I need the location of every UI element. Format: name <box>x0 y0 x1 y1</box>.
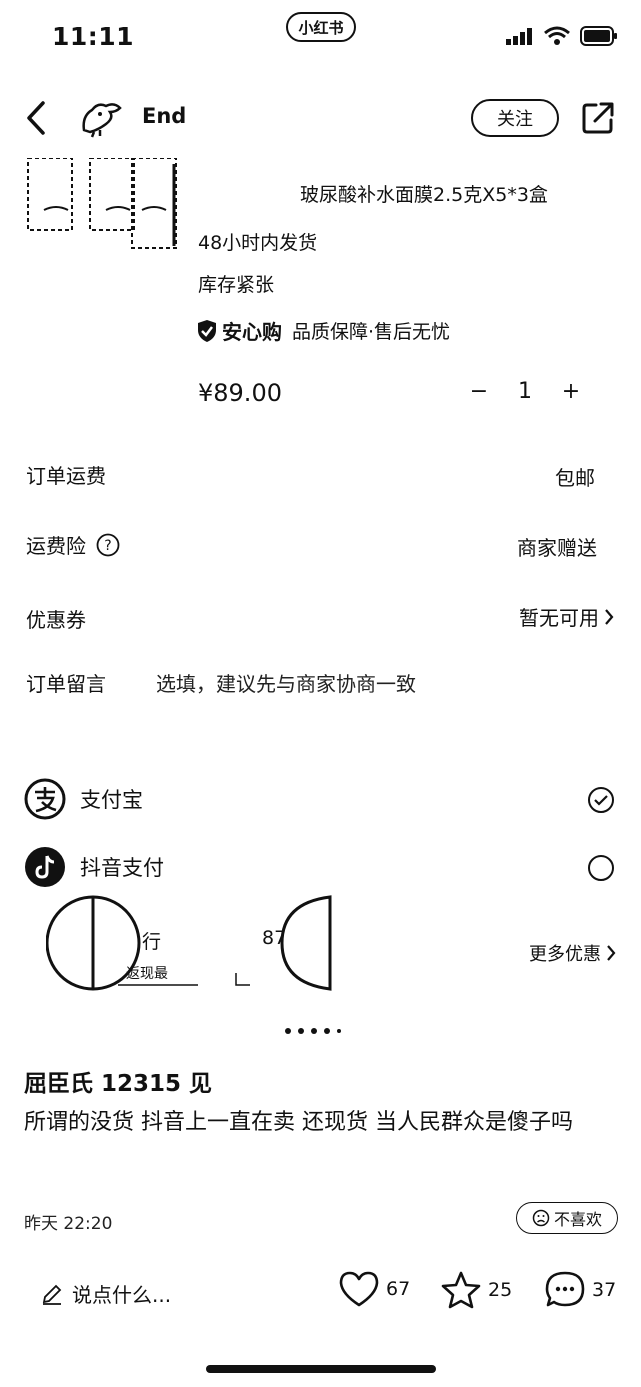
like-button[interactable]: 67 <box>338 1270 410 1308</box>
bird-logo-icon <box>82 103 122 138</box>
note-input[interactable]: 选填，建议先与商家协商一致 <box>156 668 416 697</box>
help-icon[interactable]: ? <box>96 533 120 557</box>
home-indicator[interactable] <box>206 1365 436 1373</box>
pencil-icon <box>42 1284 62 1305</box>
coupon-value: 暂无可用 <box>519 606 599 630</box>
chat-bubble-icon <box>545 1271 585 1307</box>
radio-empty-icon <box>588 855 614 881</box>
guarantee-brand: 安心购 <box>222 320 282 344</box>
product-price: ¥89.00 <box>198 379 282 407</box>
chevron-left-icon <box>27 101 45 135</box>
douyin-pay-label: 抖音支付 <box>80 856 164 880</box>
comments-button[interactable]: 37 <box>544 1270 616 1310</box>
dislike-button[interactable]: 不喜欢 <box>516 1202 618 1234</box>
heart-icon <box>339 1271 379 1307</box>
dislike-label: 不喜欢 <box>553 1210 602 1229</box>
product-title[interactable]: 玻尿酸补水面膜2.5克X5*3盒 <box>300 180 548 207</box>
shield-check-icon <box>198 319 216 342</box>
check-circle-icon <box>588 787 614 813</box>
shipping-fee-value: 包邮 <box>555 466 595 490</box>
comment-timestamp: 昨天 22:20 <box>24 1214 113 1234</box>
comment-username[interactable]: 屈臣氏 12315 见 <box>24 1064 212 1098</box>
insurance-value: 商家赠送 <box>517 536 597 560</box>
product-image[interactable] <box>26 158 178 253</box>
insurance-label: 运费险 <box>26 534 86 558</box>
payment-option-douyin[interactable]: 抖音支付 <box>24 846 164 888</box>
comment-text: 所谓的没货 抖音上一直在卖 还现货 当人民群众是傻子吗 <box>24 1110 573 1135</box>
back-button[interactable] <box>24 100 48 136</box>
product-boxes-image <box>27 158 177 249</box>
shop-avatar[interactable] <box>76 96 128 138</box>
status-icons <box>506 26 618 46</box>
alipay-radio[interactable] <box>587 786 615 814</box>
shop-name[interactable]: End <box>142 104 186 128</box>
favorite-count: 25 <box>488 1279 513 1301</box>
svg-text:?: ? <box>105 538 112 554</box>
decrease-button[interactable]: − <box>466 379 492 404</box>
increase-button[interactable]: + <box>558 379 584 404</box>
guarantee-banner: 安心购 品质保障·售后无忧 <box>196 316 450 345</box>
like-count: 67 <box>386 1278 411 1300</box>
bank-offer-banner[interactable]: 行 87 返现最 <box>46 893 346 993</box>
coupon-selector[interactable]: 暂无可用 <box>519 602 615 631</box>
status-time: 11:11 <box>52 22 135 51</box>
quantity-value[interactable]: 1 <box>492 379 558 404</box>
share-button[interactable] <box>580 100 616 136</box>
douyin-icon <box>25 847 65 887</box>
battery-icon <box>580 26 617 46</box>
favorite-button[interactable]: 25 <box>440 1270 512 1310</box>
stock-status: 库存紧张 <box>198 274 275 296</box>
shipping-fee-label: 订单运费 <box>26 464 106 488</box>
more-offers-link[interactable]: 更多优惠 <box>529 940 617 966</box>
more-offers-label: 更多优惠 <box>529 944 601 965</box>
star-icon <box>441 1271 481 1309</box>
note-label: 订单留言 <box>26 672 106 696</box>
comment-input[interactable]: 说点什么... <box>40 1279 171 1308</box>
app-indicator: 小红书 <box>286 12 356 42</box>
payment-option-alipay[interactable]: 支付宝 <box>24 778 143 820</box>
wifi-icon <box>544 26 570 45</box>
insurance-row: 运费险 ? <box>26 530 120 559</box>
chevron-right-icon <box>607 945 616 961</box>
alipay-label: 支付宝 <box>80 788 143 812</box>
guarantee-text: 品质保障·售后无忧 <box>292 321 451 343</box>
comment-count: 37 <box>592 1279 617 1301</box>
frown-icon <box>532 1209 550 1227</box>
comment-placeholder: 说点什么... <box>72 1283 172 1307</box>
quantity-stepper: − 1 + <box>466 379 584 404</box>
signal-icon <box>506 28 532 45</box>
alipay-icon <box>24 778 66 820</box>
bank-amount: 87 <box>262 927 287 949</box>
coupon-label: 优惠券 <box>26 608 86 632</box>
carousel-dots <box>285 1028 341 1034</box>
douyin-radio[interactable] <box>587 854 615 882</box>
bank-label: 行 <box>142 931 162 953</box>
chevron-right-icon <box>605 608 614 625</box>
shipping-time: 48小时内发货 <box>198 232 318 254</box>
share-icon <box>582 102 614 134</box>
bank-subtext: 返现最 <box>126 966 168 982</box>
follow-button[interactable]: 关注 <box>471 99 559 137</box>
redaction-shapes <box>46 895 332 991</box>
